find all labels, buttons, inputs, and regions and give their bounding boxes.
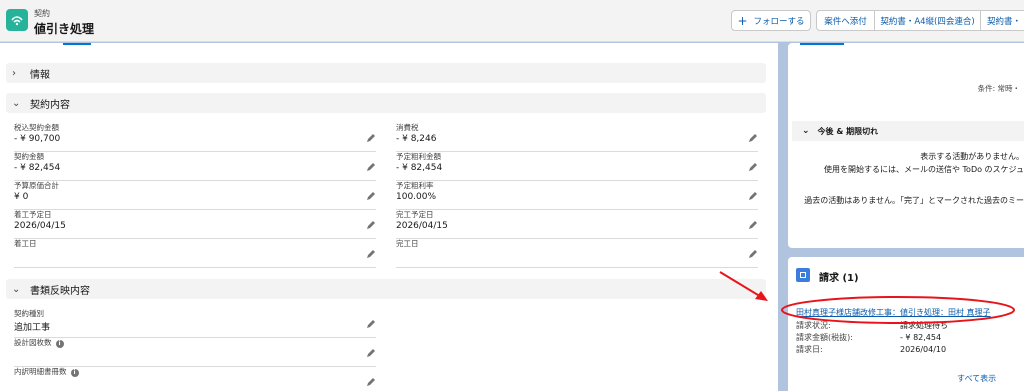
field-complete-date: 完工日 — [396, 238, 758, 268]
field-label: 内訳明細書冊数 i — [14, 366, 79, 377]
field-value: - ¥ 82,454 — [396, 163, 443, 173]
billing-status-value: 請求処理待ち — [900, 321, 948, 330]
billing-record-link[interactable]: 田村真理子様店舗改修工事：値引き処理：田村 真理子 — [796, 307, 991, 318]
contract-more-button[interactable]: 契約書・ — [981, 10, 1024, 31]
pencil-edit-icon[interactable] — [748, 162, 758, 172]
pencil-edit-icon[interactable] — [366, 249, 376, 259]
pencil-edit-icon[interactable] — [748, 220, 758, 230]
field-label: 着工予定日 — [14, 210, 52, 219]
billing-date-value: 2026/04/10 — [900, 345, 947, 354]
field-label: 設計図枚数 i — [14, 337, 64, 348]
billing-amount-label: 請求金額(税抜): — [796, 333, 853, 342]
billing-amount-value: - ¥ 82,454 — [900, 333, 942, 342]
record-header: 契約 値引き処理 + フォローする 案件へ添付 契約書・A4縦(四会連合) 契約… — [0, 0, 1024, 42]
field-planned-gross-margin: 予定粗利率 100.00% — [396, 180, 758, 210]
field-value: - ¥ 8,246 — [396, 134, 437, 144]
info-icon[interactable]: i — [55, 340, 64, 348]
field-label-text: 設計図枚数 — [14, 338, 52, 347]
field-tax-incl-amount: 税込契約金額 - ¥ 90,700 — [14, 122, 376, 152]
field-label: 着工日 — [14, 239, 37, 248]
pencil-edit-icon[interactable] — [366, 133, 376, 143]
billing-object-icon — [796, 268, 810, 282]
chevron-down-icon: ⌄ — [12, 283, 21, 295]
field-value: 100.00% — [396, 192, 437, 202]
field-planned-gross-profit: 予定粗利金額 - ¥ 82,454 — [396, 151, 758, 181]
upcoming-overdue-header[interactable]: ⌄ 今後 & 期限切れ — [792, 121, 1024, 141]
no-activity-message: 表示する活動がありません。 — [920, 152, 1024, 161]
activity-panel: 条件: 常時・ ⌄ 今後 & 期限切れ 表示する活動がありません。 使用を開始す… — [788, 43, 1024, 248]
activity-start-hint: 使用を開始するには、メールの送信や ToDo のスケジュ — [823, 165, 1024, 174]
field-planned-complete: 完工予定日 2026/04/15 — [396, 209, 758, 239]
section-docs-header[interactable]: ⌄ 書類反映内容 — [6, 279, 766, 299]
section-contract-title: 契約内容 — [30, 99, 70, 111]
field-value: 追加工事 — [14, 323, 51, 333]
field-label: 消費税 — [396, 123, 419, 132]
activity-tab-indicator — [800, 43, 844, 45]
pencil-edit-icon[interactable] — [366, 191, 376, 201]
contract-a4-button[interactable]: 契約書・A4縦(四会連合) — [875, 10, 981, 31]
field-contract-type: 契約種別 追加工事 — [14, 308, 376, 338]
follow-button-label: フォローする — [753, 16, 805, 27]
field-planned-start: 着工予定日 2026/04/15 — [14, 209, 376, 239]
field-value: - ¥ 82,454 — [14, 163, 61, 173]
pencil-edit-icon[interactable] — [366, 348, 376, 358]
section-info-header[interactable]: › 情報 — [6, 63, 766, 83]
upcoming-overdue-title: 今後 & 期限切れ — [817, 126, 879, 136]
field-label: 予定粗利率 — [396, 181, 434, 190]
field-start-date: 着工日 — [14, 238, 376, 268]
billing-date-row: 請求日: 2026/04/10 — [796, 344, 946, 355]
follow-button[interactable]: + フォローする — [731, 10, 811, 31]
contract-object-icon — [6, 9, 28, 31]
activity-filter-condition[interactable]: 条件: 常時・ — [978, 83, 1020, 94]
billing-status-row: 請求状況: 請求処理待ち — [796, 320, 948, 331]
field-label: 完工予定日 — [396, 210, 434, 219]
section-docs-title: 書類反映内容 — [30, 285, 90, 297]
billing-amount-row: 請求金額(税抜): - ¥ 82,454 — [796, 332, 941, 343]
record-title: 値引き処理 — [34, 22, 95, 36]
info-icon[interactable]: i — [70, 369, 79, 377]
active-tab-indicator — [63, 43, 91, 45]
field-breakdown-count: 内訳明細書冊数 i — [14, 366, 376, 391]
pencil-edit-icon[interactable] — [366, 377, 376, 387]
field-value: 2026/04/15 — [14, 221, 66, 231]
chevron-down-icon: ⌄ — [802, 126, 810, 136]
chevron-right-icon: › — [12, 67, 16, 79]
billing-status-label: 請求状況: — [796, 321, 831, 330]
pencil-edit-icon[interactable] — [748, 133, 758, 143]
chevron-down-icon: ⌄ — [12, 97, 21, 109]
section-info-title: 情報 — [30, 69, 50, 81]
billing-date-label: 請求日: — [796, 345, 823, 354]
past-activity-message: 過去の活動はありません。「完了」とマークされた過去のミー — [804, 196, 1024, 205]
section-contract-header[interactable]: ⌄ 契約内容 — [6, 93, 766, 113]
field-label: 契約金額 — [14, 152, 44, 161]
pencil-edit-icon[interactable] — [366, 220, 376, 230]
field-value: ¥ 0 — [14, 192, 29, 202]
field-value: 2026/04/15 — [396, 221, 448, 231]
field-label: 契約種別 — [14, 309, 44, 318]
view-all-link[interactable]: すべて表示 — [957, 373, 996, 384]
pencil-edit-icon[interactable] — [748, 249, 758, 259]
field-budget-cost-total: 予算原価合計 ¥ 0 — [14, 180, 376, 210]
object-type-label: 契約 — [34, 9, 50, 18]
field-drawing-count: 設計図枚数 i — [14, 337, 376, 367]
attach-to-deal-button[interactable]: 案件へ添付 — [816, 10, 875, 31]
billing-related-list: 請求 (1) 田村真理子様店舗改修工事：値引き処理：田村 真理子 請求状況: 請求… — [788, 257, 1024, 391]
field-value: - ¥ 90,700 — [14, 134, 61, 144]
pencil-edit-icon[interactable] — [366, 319, 376, 329]
field-consumption-tax: 消費税 - ¥ 8,246 — [396, 122, 758, 152]
detail-panel: › 情報 ⌄ 契約内容 税込契約金額 - ¥ 90,700 契約金額 - ¥ 8… — [0, 43, 778, 391]
billing-list-title[interactable]: 請求 (1) — [819, 269, 859, 284]
pencil-edit-icon[interactable] — [748, 191, 758, 201]
pencil-edit-icon[interactable] — [366, 162, 376, 172]
field-label: 税込契約金額 — [14, 123, 59, 132]
field-label: 予算原価合計 — [14, 181, 59, 190]
plus-icon: + — [737, 13, 748, 28]
field-label: 予定粗利金額 — [396, 152, 441, 161]
field-label: 完工日 — [396, 239, 419, 248]
field-contract-amount: 契約金額 - ¥ 82,454 — [14, 151, 376, 181]
field-label-text: 内訳明細書冊数 — [14, 367, 67, 376]
